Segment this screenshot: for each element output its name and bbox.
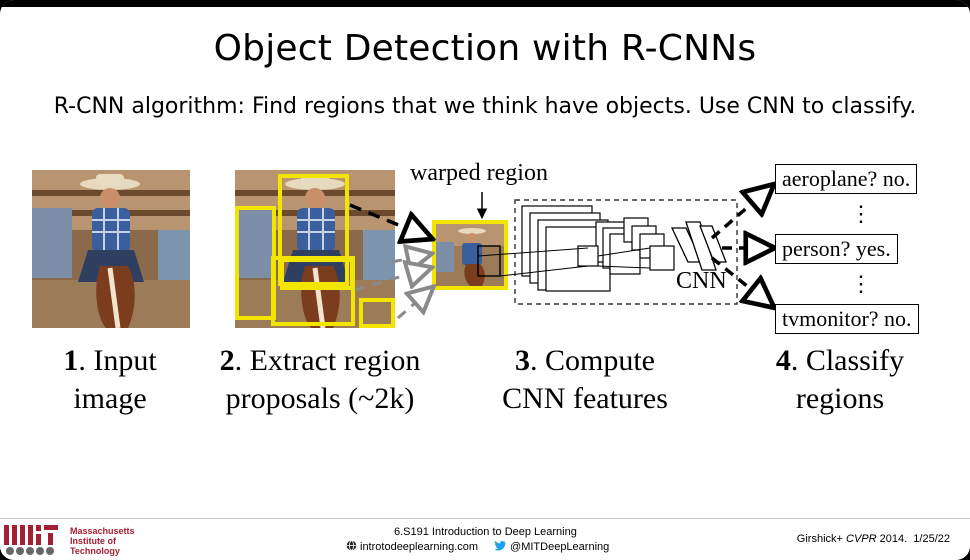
step-number: 1: [63, 344, 79, 377]
step-text: CNN features: [502, 382, 668, 415]
step-text: regions: [795, 382, 885, 415]
step-text: . Input: [78, 344, 157, 377]
proposal-to-warp-arrow: [349, 203, 430, 238]
footer: Massachusetts Institute of Technology 6.…: [0, 518, 970, 560]
vertical-dots: ⋮: [850, 271, 872, 296]
step-number: 3: [515, 344, 530, 377]
step-text: . Compute: [530, 344, 655, 377]
footer-links: introtodeeplearning.com @MITDeepLearning: [346, 540, 609, 554]
step-text: proposals (~2k): [225, 382, 415, 415]
institution-name: Massachusetts Institute of Technology: [70, 526, 135, 556]
twitter-handle[interactable]: @MITDeepLearning: [510, 541, 609, 553]
vertical-dots: ⋮: [850, 201, 872, 226]
output-aeroplane: aeroplane? no.: [775, 164, 918, 194]
step-3-caption: 3. Compute CNN features: [470, 342, 700, 418]
step-4-caption: 4. Classify regions: [740, 342, 940, 418]
step-2-caption: 2. Extract region proposals (~2k): [200, 342, 440, 418]
twitter-bird-icon: [494, 540, 507, 554]
proposal-to-warp-arrow: [391, 254, 430, 262]
proposal-to-warp-arrow: [354, 268, 430, 292]
citation: Girshick+ CVPR 2014. 1/25/22: [796, 533, 950, 545]
step-text: . Extract region: [234, 344, 421, 377]
step-number: 2: [219, 344, 235, 377]
mit-logo: [4, 525, 58, 555]
cnn-label: CNN: [676, 268, 727, 294]
slide: Object Detection with R-CNNs R-CNN algor…: [0, 0, 970, 560]
step-1-caption: 1. Input image: [20, 342, 200, 418]
step-text: image: [73, 382, 147, 415]
website-link[interactable]: introtodeeplearning.com: [360, 541, 478, 553]
proposal-to-warp-arrow: [397, 288, 432, 320]
lecture-date: 1/25/22: [913, 533, 950, 545]
step-number: 4: [775, 344, 791, 377]
step-text: . Classify: [790, 344, 905, 377]
cnn-to-aeroplane-arrow: [710, 186, 772, 240]
output-person: person? yes.: [775, 234, 898, 264]
feature-maps: [521, 205, 675, 292]
globe-icon: [346, 540, 357, 554]
output-tvmonitor: tvmonitor? no.: [775, 304, 919, 334]
course-title: 6.S191 Introduction to Deep Learning: [394, 526, 577, 538]
